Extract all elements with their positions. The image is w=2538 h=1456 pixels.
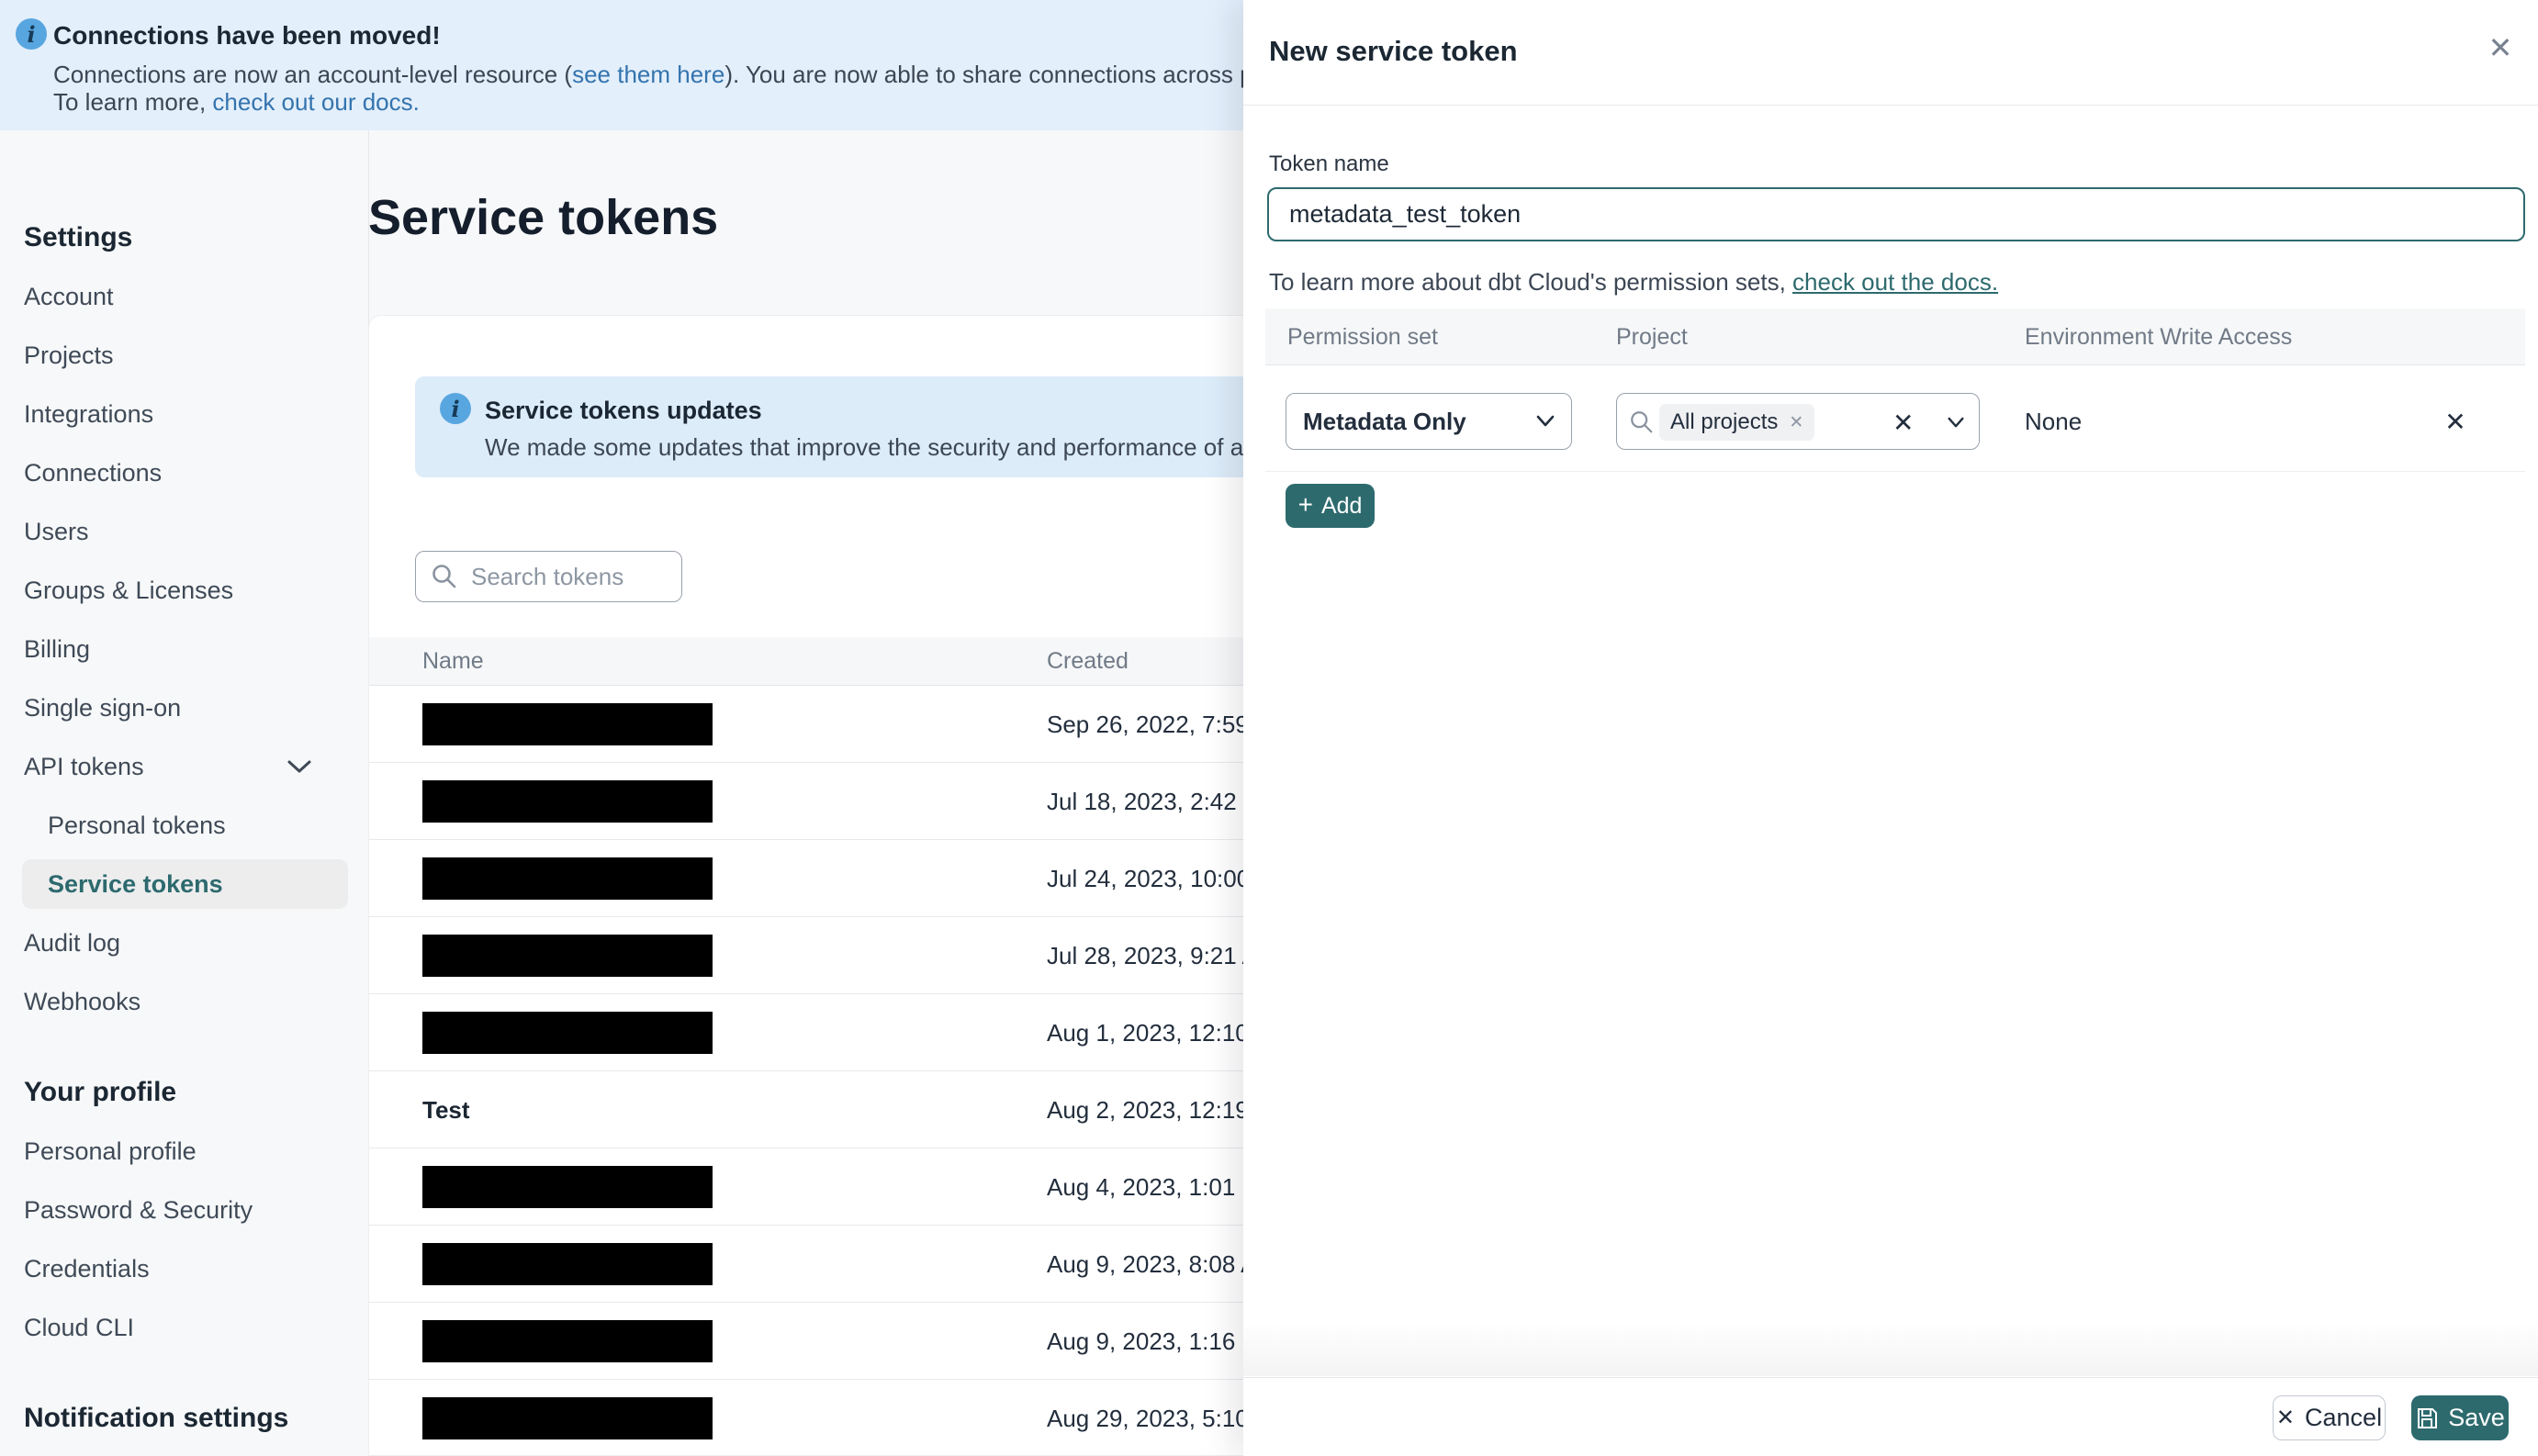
remove-tag-icon[interactable]: ✕ [1789, 412, 1803, 433]
save-icon [2418, 1407, 2438, 1428]
token-name-label: Token name [1269, 151, 1389, 176]
sidebar-item-password-security[interactable]: Password & Security [0, 1181, 368, 1239]
sidebar-item-users[interactable]: Users [0, 502, 368, 561]
clear-selection-icon[interactable]: ✕ [1892, 394, 1914, 451]
drawer-title: New service token [1269, 35, 1518, 67]
permission-sets-helper: To learn more about dbt Cloud's permissi… [1269, 268, 1999, 296]
all-projects-tag: All projects ✕ [1659, 404, 1815, 441]
sidebar-item-account[interactable]: Account [0, 267, 368, 326]
redacted-token-name [422, 1243, 713, 1285]
environment-write-access-value: None [2025, 407, 2083, 435]
remove-row-icon[interactable]: ✕ [2432, 393, 2478, 450]
see-them-here-link[interactable]: see them here [572, 61, 724, 88]
sidebar-item-billing[interactable]: Billing [0, 620, 368, 678]
notice-title: Service tokens updates [485, 397, 762, 424]
sidebar-item-personal-tokens[interactable]: Personal tokens [0, 796, 368, 855]
column-header-permission-set: Permission set [1287, 323, 1438, 350]
footer-shadow [1243, 1322, 2538, 1376]
info-icon: i [16, 18, 47, 50]
column-header-project: Project [1616, 323, 1688, 350]
permissions-table-header: Permission set Project Environment Write… [1265, 308, 2525, 365]
sidebar-item-personal-profile[interactable]: Personal profile [0, 1122, 368, 1181]
sidebar-item-api-tokens[interactable]: API tokens [0, 737, 368, 796]
redacted-token-name [422, 1397, 713, 1439]
redacted-token-name [422, 1012, 713, 1054]
info-icon: i [440, 393, 471, 424]
column-header-environment-write-access: Environment Write Access [2025, 323, 2293, 350]
banner-text-line2: To learn more, check out our docs. [53, 88, 420, 116]
search-input[interactable] [471, 562, 655, 591]
close-icon[interactable]: ✕ [2480, 28, 2521, 68]
redacted-token-name [422, 1166, 713, 1208]
redacted-token-name [422, 780, 713, 823]
sidebar-item-credentials[interactable]: Credentials [0, 1239, 368, 1298]
banner-title: Connections have been moved! [53, 21, 441, 50]
settings-sidebar: Settings Account Projects Integrations C… [0, 130, 369, 1456]
redacted-token-name [422, 857, 713, 900]
sidebar-item-cloud-cli[interactable]: Cloud CLI [0, 1298, 368, 1357]
sidebar-header-settings: Settings [24, 222, 133, 252]
redacted-token-name [422, 703, 713, 745]
check-out-the-docs-link[interactable]: check out the docs. [1792, 268, 1998, 296]
drawer-footer: ✕ Cancel Save [1243, 1377, 2538, 1456]
plus-icon: + [1297, 490, 1313, 519]
column-header-created: Created [1047, 648, 1129, 674]
chevron-down-icon [286, 753, 313, 781]
sidebar-item-integrations[interactable]: Integrations [0, 385, 368, 443]
permission-set-value: Metadata Only [1303, 407, 1466, 435]
token-name-input[interactable] [1267, 187, 2525, 241]
cancel-button[interactable]: ✕ Cancel [2273, 1395, 2386, 1440]
sidebar-item-service-tokens[interactable]: Service tokens [0, 855, 368, 913]
page-title: Service tokens [368, 190, 719, 245]
sidebar-item-webhooks[interactable]: Webhooks [0, 972, 368, 1031]
divider [1265, 471, 2525, 472]
redacted-token-name [422, 1320, 713, 1362]
sidebar-header-notification-settings: Notification settings [24, 1403, 289, 1433]
search-icon [432, 565, 456, 588]
column-header-name: Name [422, 648, 484, 674]
sidebar-item-projects[interactable]: Projects [0, 326, 368, 385]
permission-set-select[interactable]: Metadata Only [1286, 393, 1572, 450]
new-service-token-drawer: New service token ✕ Token name To learn … [1243, 0, 2538, 1456]
chevron-down-icon [1948, 417, 1964, 428]
project-multiselect[interactable]: All projects ✕ ✕ [1616, 393, 1980, 450]
page: i Connections have been moved! Connectio… [0, 0, 2538, 1456]
redacted-token-name [422, 935, 713, 977]
save-button[interactable]: Save [2411, 1395, 2509, 1440]
search-icon [1631, 411, 1653, 433]
sidebar-item-single-sign-on[interactable]: Single sign-on [0, 678, 368, 737]
check-out-our-docs-link[interactable]: check out our docs. [212, 88, 419, 116]
drawer-header: New service token ✕ [1243, 0, 2538, 106]
chevron-down-icon [1536, 415, 1555, 427]
token-name: Test [422, 1095, 470, 1124]
add-button[interactable]: + Add [1286, 484, 1375, 528]
sidebar-header-your-profile: Your profile [24, 1077, 177, 1107]
close-icon: ✕ [2275, 1406, 2296, 1430]
sidebar-item-audit-log[interactable]: Audit log [0, 913, 368, 972]
search-tokens-field[interactable] [415, 551, 682, 602]
sidebar-item-connections[interactable]: Connections [0, 443, 368, 502]
sidebar-item-groups-licenses[interactable]: Groups & Licenses [0, 561, 368, 620]
